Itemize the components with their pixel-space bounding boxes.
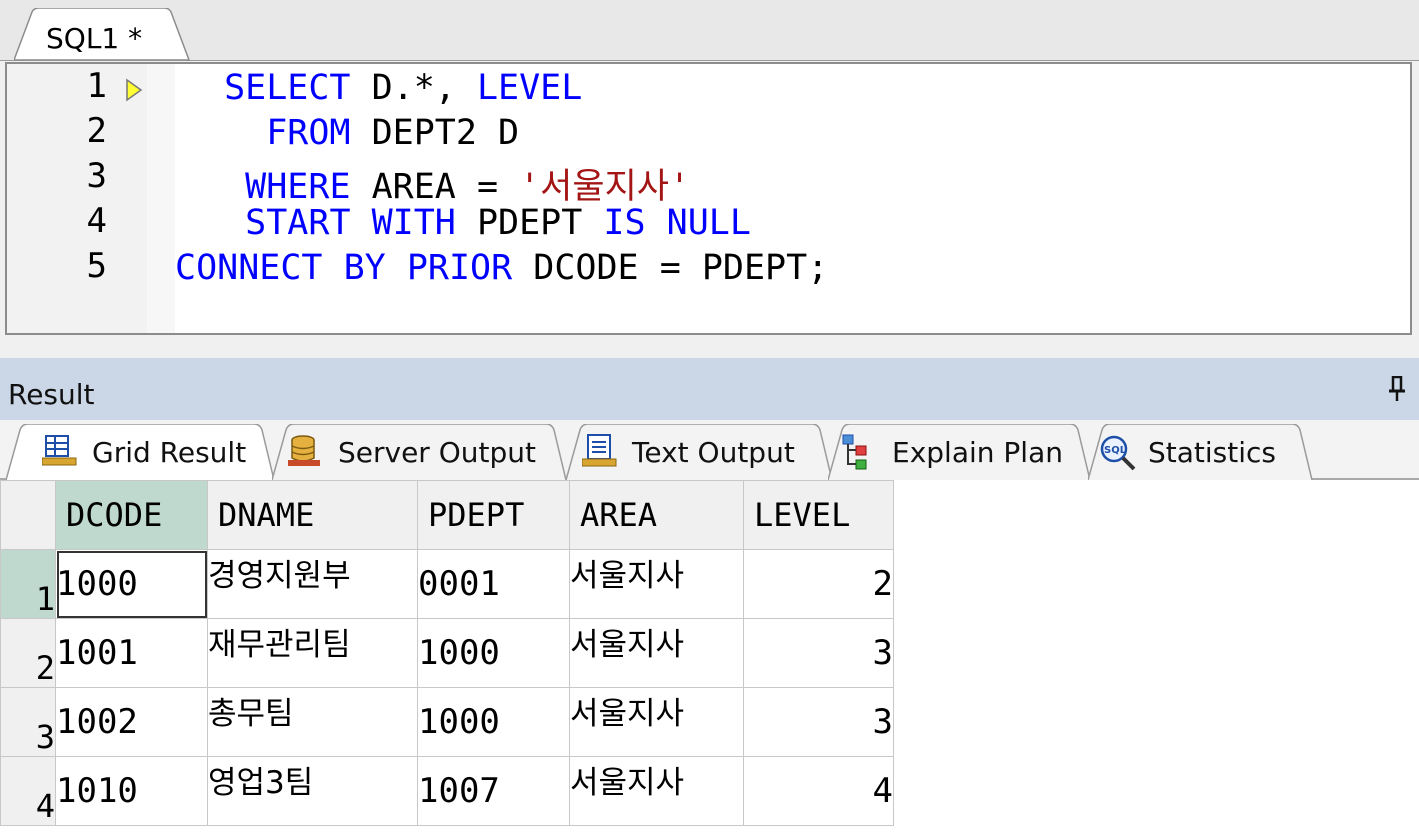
current-line-arrow-icon	[126, 78, 143, 102]
cell-dname[interactable]: 재무관리팀	[207, 618, 418, 688]
sql-keyword: FROM	[266, 113, 351, 153]
sql-keyword: CONNECT	[175, 248, 323, 288]
row-number-cell[interactable]: 3	[0, 687, 56, 757]
editor-tab-sql1[interactable]: SQL1 *	[14, 8, 190, 61]
cell-pdept[interactable]: 1007	[417, 756, 570, 826]
sql-text: D.*,	[350, 68, 477, 108]
sql-magnifier-icon: SQL	[1100, 435, 1136, 471]
grid-icon	[42, 435, 77, 466]
editor-tab-strip: SQL1 *	[0, 0, 1419, 61]
table-row[interactable]: 1 1000 경영지원부 0001 서울지사 2	[0, 549, 894, 619]
sql-keyword: START	[245, 203, 351, 243]
sql-string-literal: '서울지사'	[519, 167, 691, 207]
code-line: WHERE AREA = '서울지사'	[203, 158, 690, 209]
table-row[interactable]: 3 1002 총무팀 1000 서울지사 3	[0, 687, 894, 757]
grid-corner-cell[interactable]	[0, 480, 56, 550]
sql-keyword: LEVEL	[476, 68, 583, 108]
database-icon	[288, 435, 320, 466]
code-line: SELECT D.*, LEVEL	[203, 68, 582, 108]
result-grid-area: DCODE DNAME PDEPT AREA LEVEL 1 1000 경영지원부 0…	[0, 480, 1419, 837]
cell-dcode[interactable]: 1010	[55, 756, 208, 826]
grid-header-row: DCODE DNAME PDEPT AREA LEVEL	[0, 480, 894, 550]
cell-level[interactable]: 3	[743, 618, 894, 688]
code-line: START WITH PDEPT IS NULL	[203, 203, 751, 243]
plan-tree-icon	[842, 434, 867, 470]
pin-icon[interactable]	[1389, 376, 1405, 402]
sql-keyword: WITH	[371, 203, 456, 243]
sql-editor[interactable]: 1 2 3 4 5 SELECT D.*, LEVEL FROM DEPT2 D…	[5, 62, 1412, 335]
tab-label: Statistics	[1148, 436, 1276, 469]
cell-area[interactable]: 서울지사	[569, 687, 744, 757]
cell-pdept[interactable]: 0001	[417, 549, 570, 619]
result-tab-strip: Grid Result Server Output Text Output Ex…	[0, 420, 1419, 480]
column-header-dcode[interactable]: DCODE	[55, 480, 208, 550]
tab-explain-plan[interactable]: Explain Plan	[828, 424, 1091, 480]
cell-dcode[interactable]: 1001	[55, 618, 208, 688]
cell-level[interactable]: 2	[743, 549, 894, 619]
cell-level[interactable]: 3	[743, 687, 894, 757]
column-header-dname[interactable]: DNAME	[207, 480, 418, 550]
result-panel-header: Result	[0, 358, 1419, 420]
line-number: 2	[86, 111, 107, 151]
cell-area[interactable]: 서울지사	[569, 549, 744, 619]
gutter-margin	[147, 64, 175, 333]
line-number: 4	[86, 201, 107, 241]
column-header-area[interactable]: AREA	[569, 480, 744, 550]
sql-keyword: SELECT	[224, 68, 351, 108]
cell-area[interactable]: 서울지사	[569, 618, 744, 688]
cell-dcode[interactable]: 1002	[55, 687, 208, 757]
tab-label: Server Output	[338, 436, 536, 469]
svg-text:SQL: SQL	[1104, 445, 1127, 456]
sql-text: DEPT2 D	[350, 113, 520, 153]
code-line: CONNECT BY PRIOR DCODE = PDEPT;	[175, 248, 828, 288]
tab-label: Explain Plan	[892, 436, 1063, 469]
cell-pdept[interactable]: 1000	[417, 687, 570, 757]
cell-pdept[interactable]: 1000	[417, 618, 570, 688]
document-icon	[582, 434, 617, 467]
column-header-pdept[interactable]: PDEPT	[417, 480, 570, 550]
cell-dname[interactable]: 총무팀	[207, 687, 418, 757]
tab-statistics[interactable]: SQL Statistics	[1088, 424, 1313, 480]
sql-keyword: NULL	[666, 203, 751, 243]
sql-keyword: BY	[343, 248, 386, 288]
cell-dname[interactable]: 경영지원부	[207, 549, 418, 619]
cell-level[interactable]: 4	[743, 756, 894, 826]
sql-keyword: PRIOR	[406, 248, 513, 288]
row-number-cell[interactable]: 1	[0, 549, 56, 619]
cell-area[interactable]: 서울지사	[569, 756, 744, 826]
code-line: FROM DEPT2 D	[203, 113, 519, 153]
sql-text: DCODE = PDEPT;	[512, 248, 829, 288]
tab-label: Text Output	[632, 436, 795, 469]
cell-dname[interactable]: 영업3팀	[207, 756, 418, 826]
result-grid: DCODE DNAME PDEPT AREA LEVEL 1 1000 경영지원부 0…	[0, 480, 894, 826]
editor-tab-label: SQL1 *	[46, 22, 143, 55]
column-header-level[interactable]: LEVEL	[743, 480, 894, 550]
tab-grid-result[interactable]: Grid Result	[6, 424, 275, 480]
cell-dcode[interactable]: 1000	[55, 549, 208, 619]
sql-text: PDEPT	[455, 203, 604, 243]
tab-label: Grid Result	[92, 436, 247, 469]
sql-keyword: IS	[603, 203, 646, 243]
sql-text: AREA =	[350, 167, 520, 207]
row-number-cell[interactable]: 4	[0, 756, 56, 826]
table-row[interactable]: 4 1010 영업3팀 1007 서울지사 4	[0, 756, 894, 826]
tab-text-output[interactable]: Text Output	[566, 424, 833, 480]
table-row[interactable]: 2 1001 재무관리팀 1000 서울지사 3	[0, 618, 894, 688]
line-number: 1	[86, 66, 107, 106]
row-number-cell[interactable]: 2	[0, 618, 56, 688]
result-panel-title: Result	[8, 378, 95, 411]
line-number: 3	[86, 156, 107, 196]
sql-keyword: WHERE	[245, 167, 351, 207]
line-number: 5	[86, 246, 107, 286]
tab-server-output[interactable]: Server Output	[272, 424, 567, 480]
